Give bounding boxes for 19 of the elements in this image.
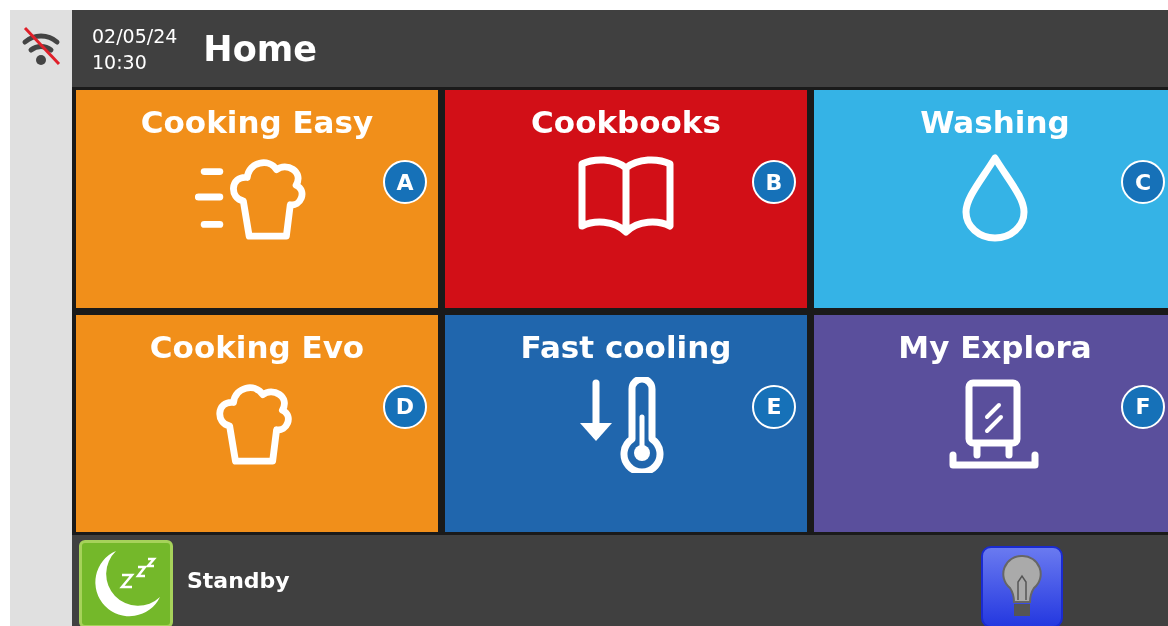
letter-badge: E: [752, 384, 796, 429]
menu-tile[interactable]: Fast cooling E: [445, 314, 807, 532]
page-title: Home: [203, 28, 317, 69]
menu-tile[interactable]: Washing C: [814, 90, 1168, 308]
water-drop-icon: [960, 152, 1030, 242]
menu-tile[interactable]: Cooking Easy A: [76, 90, 438, 308]
light-button[interactable]: [981, 545, 1063, 626]
letter-badge: C: [1121, 160, 1165, 204]
standby-label: Standby: [187, 568, 290, 593]
letter-badge: D: [383, 384, 427, 429]
letter-badge: B: [752, 160, 796, 204]
letter-badge: A: [383, 160, 427, 204]
standby-button[interactable]: [79, 539, 173, 626]
time-text: 10:30: [92, 50, 148, 73]
menu-tile[interactable]: My Explora F: [814, 314, 1168, 532]
date-text: 02/05/24: [92, 24, 178, 47]
menu-tile[interactable]: Cookbooks B: [445, 90, 807, 308]
letter-badge: F: [1121, 384, 1165, 429]
menu-tile[interactable]: Cooking Evo D: [76, 314, 438, 532]
